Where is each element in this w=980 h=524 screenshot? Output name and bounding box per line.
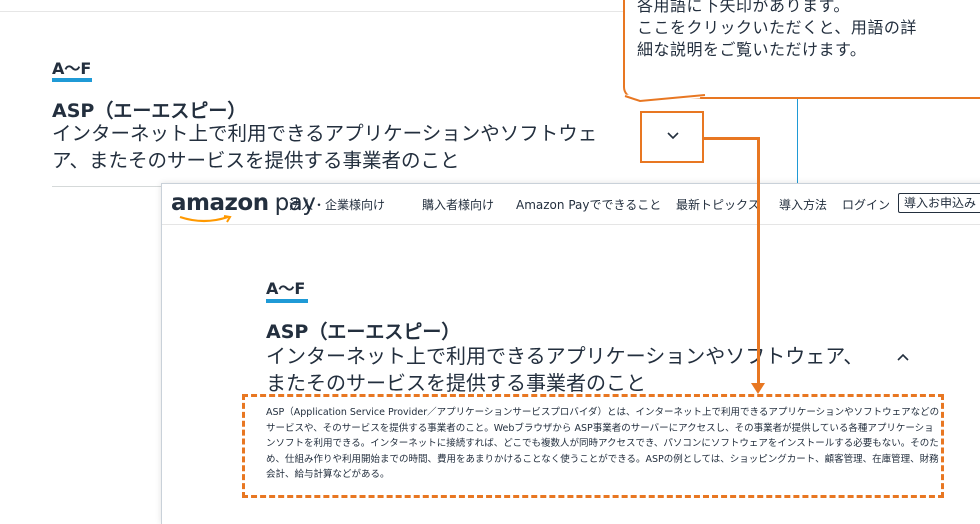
- chevron-highlight-box: [640, 111, 704, 163]
- callout-line: 細な説明をご覧いただけます。: [637, 40, 867, 59]
- collapse-toggle[interactable]: [896, 346, 910, 367]
- connector-line: [704, 137, 760, 140]
- nav-item-business[interactable]: 法人・企業様向け: [289, 196, 385, 213]
- connector-line: [757, 137, 760, 386]
- nav-item-buyers[interactable]: 購入者様向け: [422, 196, 494, 213]
- apply-button[interactable]: 導入お申込み: [898, 193, 980, 213]
- arrow-down-icon: [751, 383, 765, 394]
- logo-brand: amazon: [171, 190, 269, 216]
- callout-line: ここをクリックいただくと、用語の詳: [637, 18, 917, 37]
- nav-item-topics[interactable]: 最新トピックス: [676, 196, 760, 213]
- callout-line: 各用語に下矢印があります。: [637, 0, 850, 15]
- term-short-description: インターネット上で利用できるアプリケーションやソフトウェア、またそのサービスを提…: [266, 344, 864, 395]
- term-detail-text: ASP（Application Service Provider／アプリケーショ…: [266, 407, 940, 480]
- section-heading: A〜F: [266, 279, 306, 298]
- nav-item-features[interactable]: Amazon Payでできること: [516, 196, 661, 213]
- term-title: ASP（エーエスピー）: [266, 321, 461, 343]
- smile-arrow-icon: [179, 215, 232, 223]
- section-heading-underline: [266, 299, 308, 303]
- expanded-page-screenshot: amazon pay 法人・企業様向け 購入者様向け Amazon Payでできる…: [161, 183, 980, 524]
- top-navigation: amazon pay 法人・企業様向け 購入者様向け Amazon Payでできる…: [162, 184, 980, 225]
- nav-item-login[interactable]: ログイン: [842, 196, 890, 213]
- nav-item-setup[interactable]: 導入方法: [779, 196, 827, 213]
- chevron-up-icon: [896, 346, 910, 367]
- callout-text: 各用語に下矢印があります。 ここをクリックいただくと、用語の詳 細な説明をご覧い…: [637, 0, 980, 61]
